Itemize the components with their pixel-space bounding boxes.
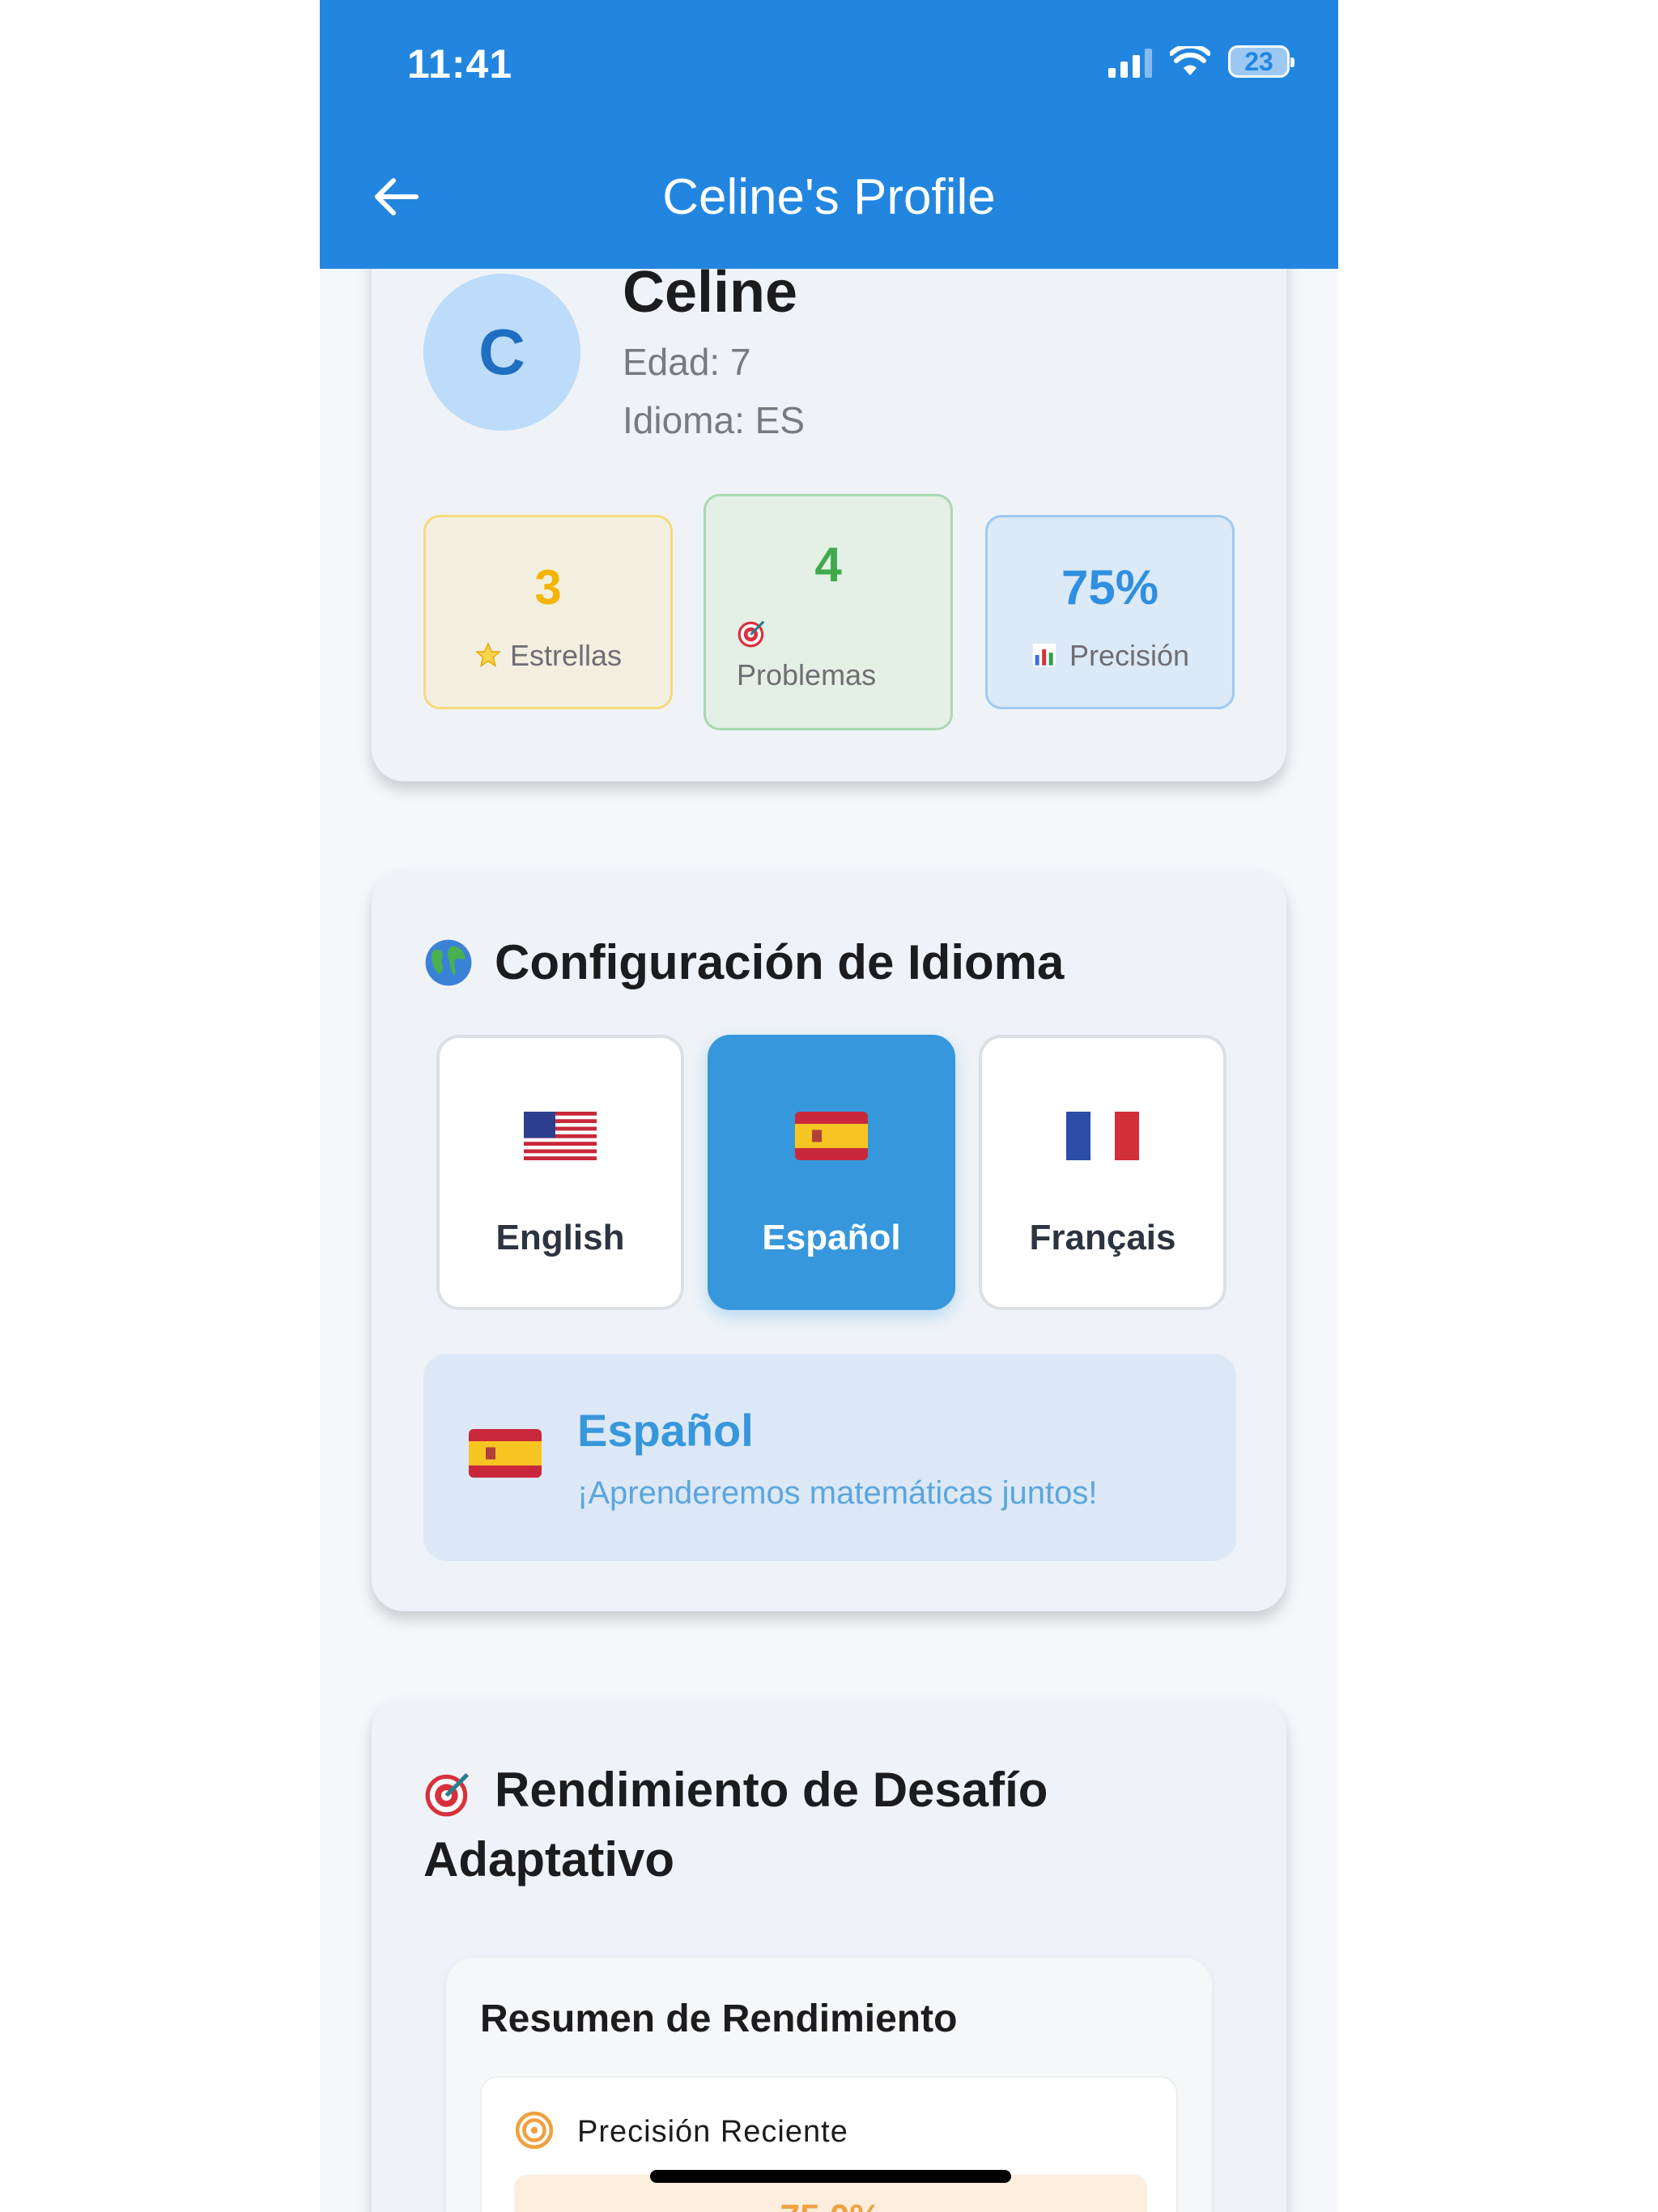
phone-screen: 11:41 23 Celine's Profile C Celine Edad:… [320,0,1338,2212]
recent-accuracy-label: Precisión Reciente [577,2115,848,2149]
performance-section-title-text: Rendimiento de Desafío Adaptativo [423,1763,1048,1887]
spain-flag-icon [795,1112,868,1160]
language-section-title-text: Configuración de Idioma [495,935,1065,989]
signal-icon [1108,45,1152,78]
stat-precision: 75% Precisión [985,515,1235,709]
us-flag-icon [524,1112,597,1160]
bar-chart-icon [1032,643,1056,667]
wifi-icon [1170,46,1210,75]
summary-title: Resumen de Rendimiento [480,1997,958,2040]
avatar: C [423,274,580,431]
precision-label-row: Precisión [988,639,1232,673]
target-icon [425,1773,470,1817]
app-header: 11:41 23 Celine's Profile [320,0,1338,269]
stars-label-row: Estrellas [426,639,670,673]
status-icons: 23 [1108,45,1295,78]
france-flag-icon [1066,1112,1139,1160]
star-icon [474,642,501,668]
selected-language-info: Español ¡Aprenderemos matemáticas juntos… [423,1354,1236,1561]
target-icon [738,620,765,648]
stars-value: 3 [534,560,562,615]
language-option-label: Español [762,1218,901,1257]
profile-card: C Celine Edad: 7 Idioma: ES 3 Estrellas … [372,186,1286,781]
selected-language-name: Español [577,1405,754,1456]
selected-language-message: ¡Aprenderemos matemáticas juntos! [577,1475,1098,1511]
problems-label: Problemas [737,658,877,691]
accuracy-icon [515,2111,554,2150]
recent-accuracy-metric: Precisión Reciente 75.0% [480,2076,1178,2212]
stat-stars: 3 Estrellas [423,515,673,709]
globe-icon [425,939,472,986]
language-option-label: Français [1029,1218,1176,1257]
performance-card: Rendimiento de Desafío Adaptativo Resume… [372,1699,1286,2212]
performance-section-title: Rendimiento de Desafío Adaptativo [423,1755,1233,1895]
precision-value: 75% [1061,560,1159,615]
stars-label: Estrellas [509,639,623,672]
language-option-spanish[interactable]: Español [708,1035,955,1310]
language-option-french[interactable]: Français [979,1035,1226,1310]
page-title: Celine's Profile [662,169,996,225]
home-indicator[interactable] [650,2170,1011,2183]
language-section-title: Configuración de Idioma [423,928,1064,998]
battery-icon: 23 [1228,45,1295,78]
language-option-english[interactable]: English [436,1035,684,1310]
language-option-label: English [495,1218,625,1257]
spain-flag-icon [469,1429,542,1478]
status-time: 11:41 [407,41,513,87]
language-settings-card: Configuración de Idioma English Español [372,871,1286,1611]
recent-accuracy-value: 75.0% [514,2197,1147,2212]
stat-problems: 4 Problemas [704,494,953,730]
precision-label: Precisión [1069,639,1190,672]
profile-language: Idioma: ES [623,399,805,441]
profile-age: Edad: 7 [623,341,751,383]
problems-value: 4 [814,538,842,592]
profile-name: Celine [623,260,798,325]
